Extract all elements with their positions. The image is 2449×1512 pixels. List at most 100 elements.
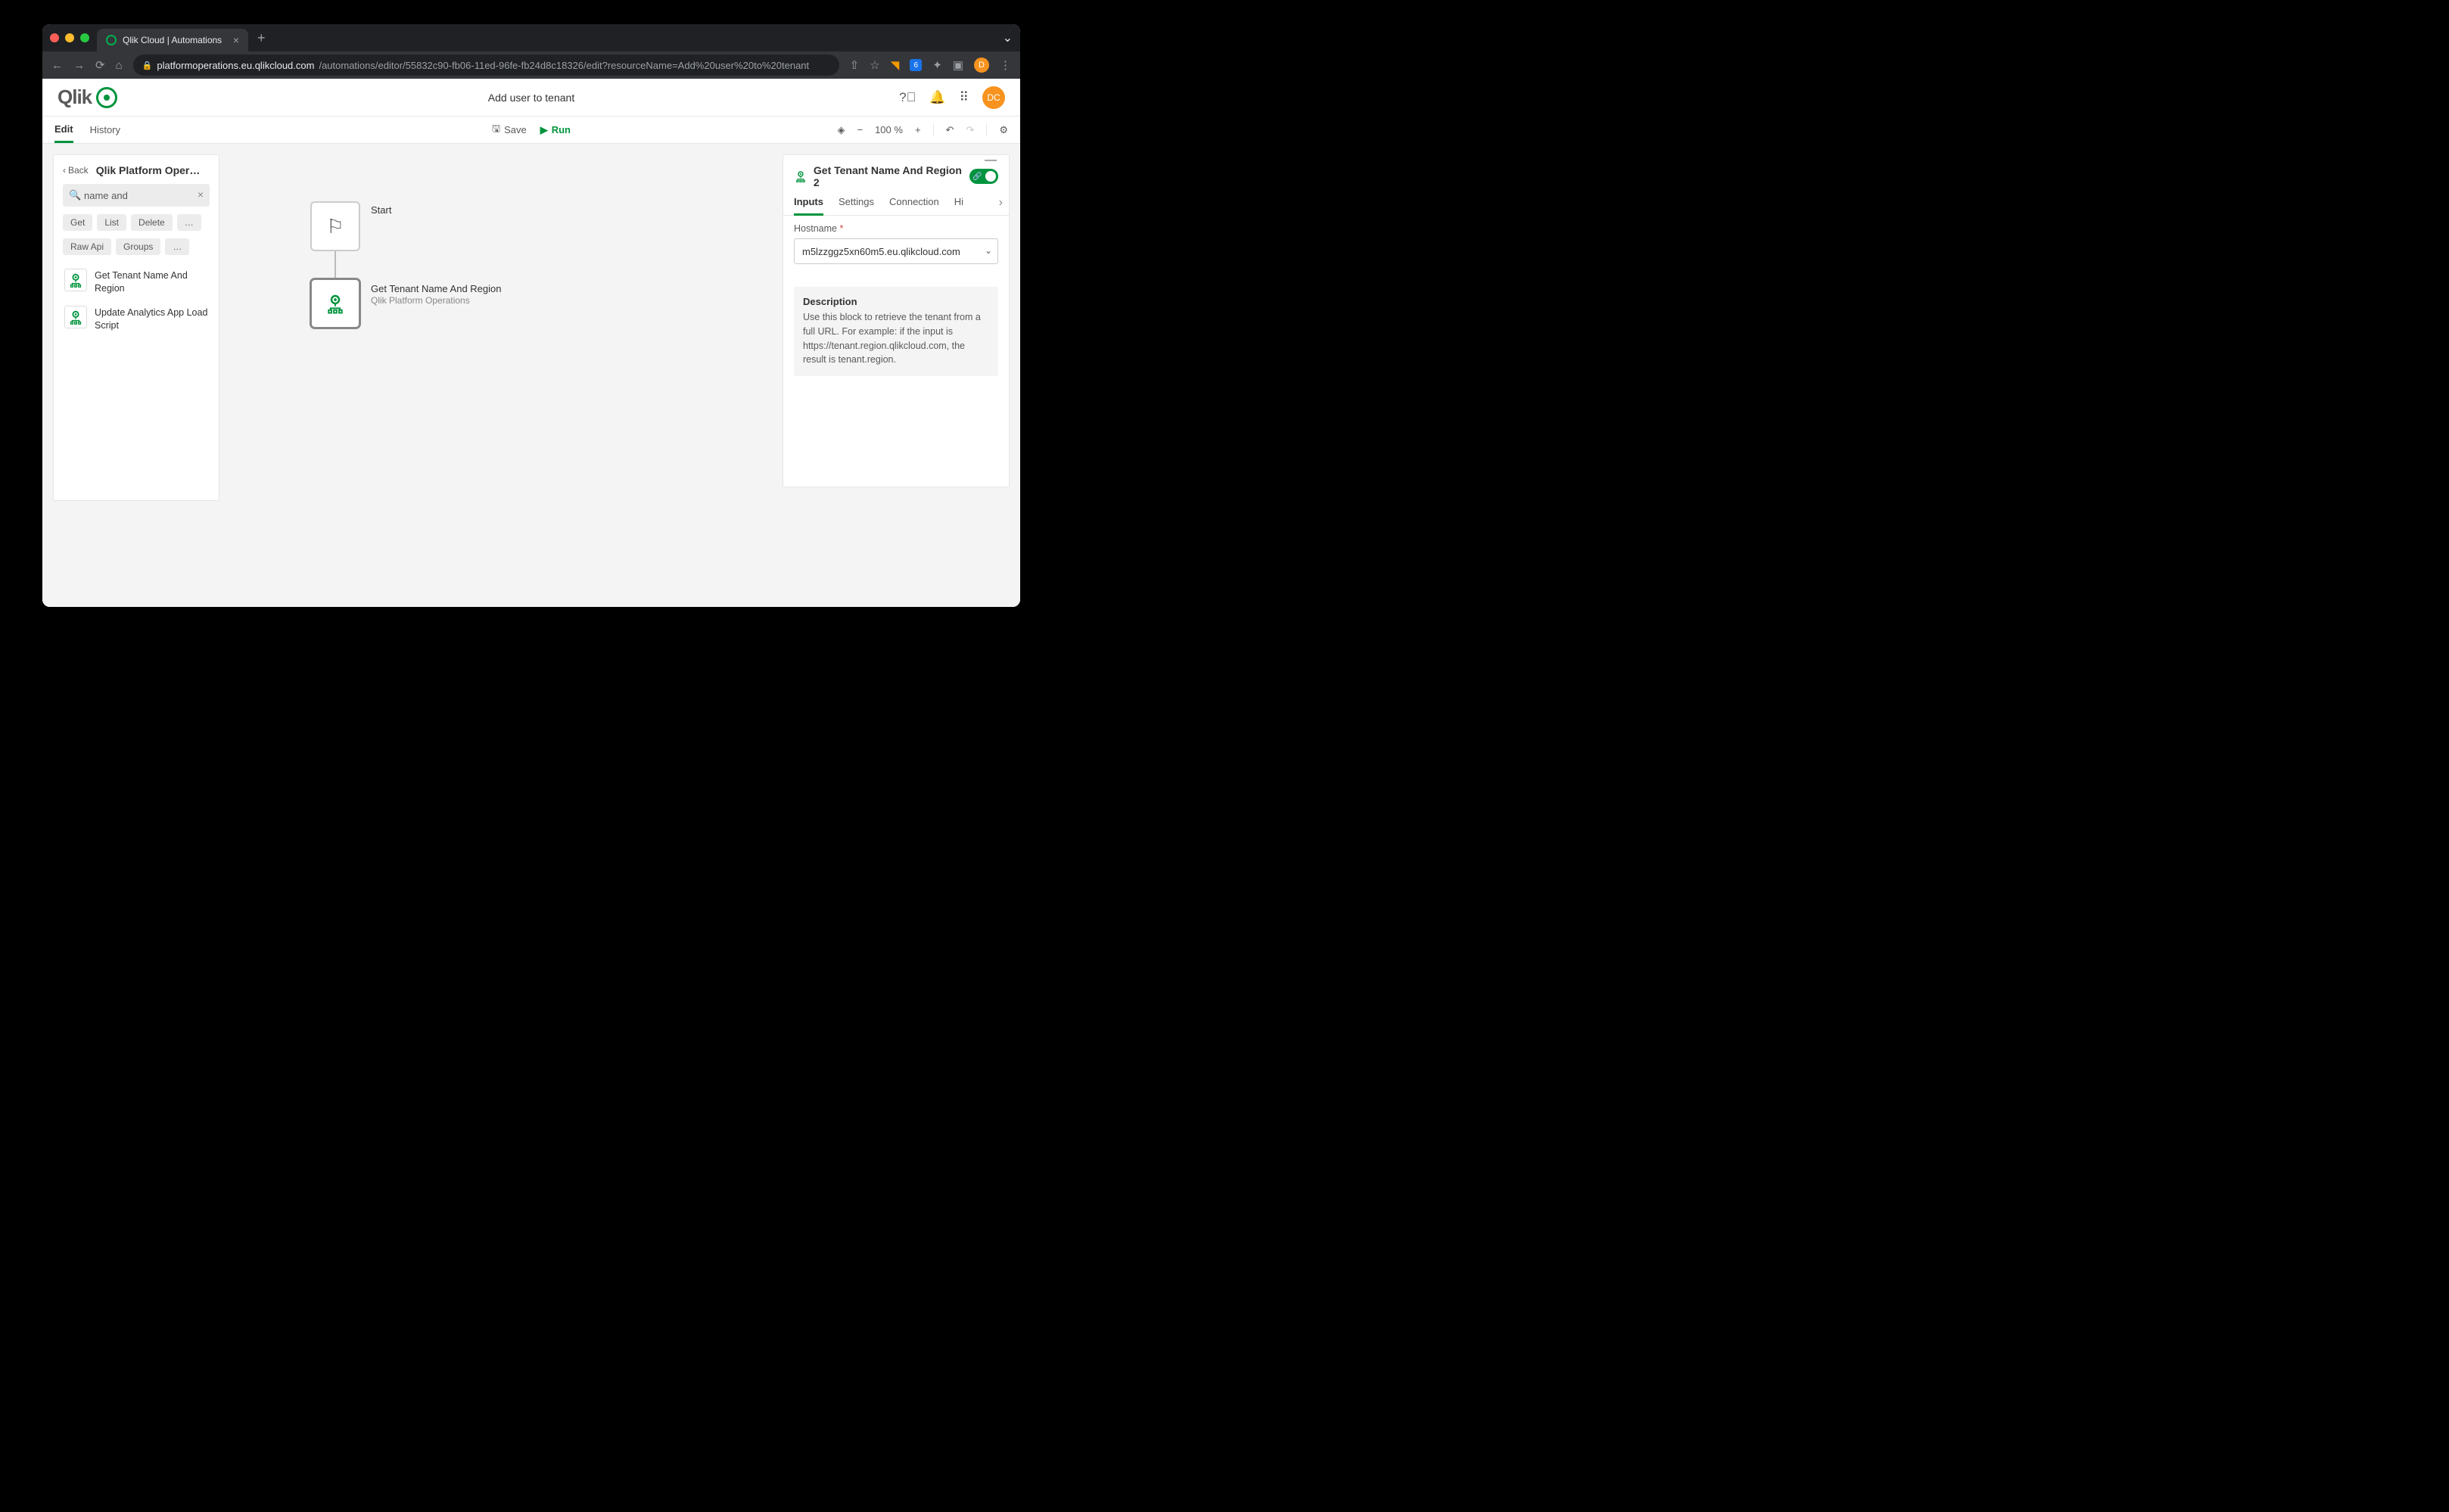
separator [933,123,934,137]
logo-mark-icon [96,87,117,108]
enabled-toggle[interactable]: 🔗 [969,169,998,184]
play-icon: ▶ [540,124,548,136]
hostname-input[interactable] [794,238,998,264]
search-icon: 🔍 [69,189,81,201]
tab-strip-menu-icon[interactable]: ⌄ [1003,30,1013,45]
chip-more2[interactable]: … [165,238,189,255]
close-tab-icon[interactable]: × [233,34,239,46]
list-item[interactable]: Get Tenant Name And Region [63,266,210,298]
chip-more[interactable]: … [177,214,201,231]
description-title: Description [803,296,989,307]
chip-get[interactable]: Get [63,214,92,231]
tab-inputs[interactable]: Inputs [794,196,823,216]
bookmark-icon[interactable]: ☆ [870,58,879,72]
tab-edit[interactable]: Edit [54,117,73,143]
run-label: Run [552,124,571,135]
tabs-scroll-right-icon[interactable]: › [999,196,1003,210]
block-node[interactable] [310,278,360,328]
tab-hi[interactable]: Hi [954,196,963,215]
chip-raw-api[interactable]: Raw Api [63,238,111,255]
block-search: 🔍 × [63,184,210,207]
list-item[interactable]: Update Analytics App Load Script [63,303,210,335]
list-item-label: Get Tenant Name And Region [95,269,208,295]
tab-settings[interactable]: Settings [839,196,874,215]
browser-tab[interactable]: Qlik Cloud | Automations × [97,29,248,51]
user-avatar[interactable]: DC [982,86,1005,109]
url-path: /automations/editor/55832c90-fb06-11ed-9… [319,60,809,71]
share-icon[interactable]: ⇧ [850,58,860,72]
panel-title: Qlik Platform Oper… [96,164,210,176]
tab-title: Qlik Cloud | Automations [123,35,222,45]
clear-search-icon[interactable]: × [198,188,204,201]
maximize-window-button[interactable] [80,33,89,42]
url-host: platformoperations.eu.qlikcloud.com [157,60,314,71]
workspace: ‹ Back Qlik Platform Oper… 🔍 × Get List … [42,144,1020,607]
chevron-down-icon[interactable]: ⌄ [985,245,992,256]
home-icon[interactable]: ⌂ [116,59,123,72]
minimize-window-button[interactable] [65,33,74,42]
chip-delete[interactable]: Delete [131,214,173,231]
notifications-icon[interactable]: 🔔 [929,90,945,105]
properties-body: Hostname * ⌄ Description Use this block … [783,223,1009,376]
reload-icon[interactable]: ⟳ [95,58,105,72]
save-button[interactable]: 🖫 Save [492,122,527,138]
flag-icon: ⚐ [326,215,344,238]
block-icon [64,269,87,291]
extensions-icon[interactable]: ✦ [932,58,942,72]
zoom-out-button[interactable]: − [857,124,863,135]
back-icon[interactable]: ← [51,59,63,72]
chip-list[interactable]: List [97,214,126,231]
back-button[interactable]: ‹ Back [63,165,89,176]
locate-icon[interactable]: ◈ [837,124,845,136]
minimize-panel-icon[interactable]: — [985,154,997,167]
save-icon: 🖫 [492,122,500,138]
settings-gear-icon[interactable]: ⚙ [999,124,1008,136]
editor-tabs: Edit History [54,117,120,143]
browser-toolbar: ← → ⟳ ⌂ 🔒 platformoperations.eu.qlikclou… [42,51,1020,79]
redo-icon[interactable]: ↷ [966,124,974,136]
edge [335,251,336,278]
rss-extension-icon[interactable]: ◥ [891,58,900,72]
block-subtitle: Qlik Platform Operations [371,295,502,306]
save-label: Save [504,124,527,135]
new-tab-button[interactable]: + [257,30,266,46]
browser-actions: ⇧ ☆ ◥ 6 ✦ ▣ D ⋮ [850,58,1011,73]
properties-tabs: Inputs Settings Connection Hi › [783,196,1009,216]
list-item-label: Update Analytics App Load Script [95,306,208,332]
browser-menu-icon[interactable]: ⋮ [1000,58,1011,72]
profile-avatar[interactable]: D [974,58,989,73]
selected-block-title: Get Tenant Name And Region 2 [814,164,969,188]
forward-icon[interactable]: → [73,59,85,72]
qlik-logo[interactable]: Qlik [58,86,117,109]
block-list: Get Tenant Name And Region Update Analyt… [63,266,210,335]
automation-canvas[interactable]: ⚐ Start Get Tenant Name And Region Qlik … [219,144,783,607]
undo-icon[interactable]: ↶ [946,124,954,136]
search-input[interactable] [63,184,210,207]
help-icon[interactable]: ?⃝ [899,90,916,105]
zoom-level: 100 % [875,124,903,135]
filter-chips-row1: Get List Delete … [63,214,210,231]
editor-toolbar: Edit History 🖫 Save ▶ Run ◈ − 100 % + [42,117,1020,144]
block-icon [64,306,87,328]
tab-connection[interactable]: Connection [889,196,939,215]
sidepanel-icon[interactable]: ▣ [953,58,963,72]
start-label: Start [371,204,391,216]
apps-grid-icon[interactable]: ⠿ [960,90,969,105]
close-window-button[interactable] [50,33,59,42]
start-node[interactable]: ⚐ [310,201,360,251]
tab-history[interactable]: History [90,117,120,143]
blocks-panel: ‹ Back Qlik Platform Oper… 🔍 × Get List … [53,154,219,501]
run-button[interactable]: ▶ Run [540,124,571,136]
toolbar-center: 🖫 Save ▶ Run [492,122,571,138]
browser-window: Qlik Cloud | Automations × + ⌄ ← → ⟳ ⌂ 🔒… [42,24,1020,607]
description-text: Use this block to retrieve the tenant fr… [803,310,989,367]
page-title: Add user to tenant [488,92,574,104]
block-node-label: Get Tenant Name And Region Qlik Platform… [371,283,502,306]
extension-badge[interactable]: 6 [910,59,922,71]
tab-favicon [106,35,117,45]
zoom-in-button[interactable]: + [915,124,921,135]
chip-groups[interactable]: Groups [116,238,160,255]
lock-icon: 🔒 [142,61,153,70]
window-controls [50,33,97,42]
address-bar[interactable]: 🔒 platformoperations.eu.qlikcloud.com/au… [133,54,839,76]
